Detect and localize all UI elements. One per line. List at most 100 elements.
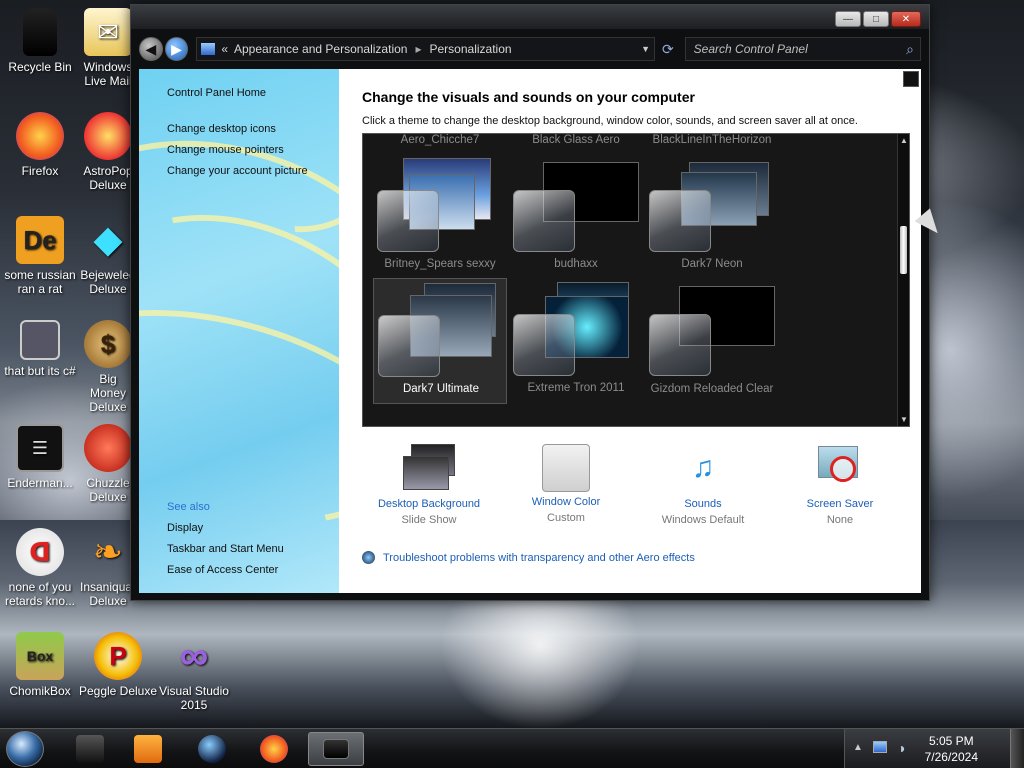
- display-link[interactable]: Display: [167, 522, 203, 534]
- start-button[interactable]: [6, 731, 44, 767]
- window-content: Control Panel Home Change desktop icons …: [139, 69, 921, 593]
- scroll-down-icon[interactable]: ▼: [900, 415, 908, 424]
- theme-glass-swatch: [649, 314, 711, 376]
- theme-name: Extreme Tron 2011: [527, 382, 625, 394]
- theme-glass-swatch: [377, 190, 439, 252]
- desktop-icon-label: Firefox: [21, 164, 59, 178]
- console-icon: ☰: [16, 424, 64, 472]
- desktop-icon-label: Peggle Deluxe: [78, 684, 158, 698]
- ease-of-access-link[interactable]: Ease of Access Center: [167, 564, 278, 576]
- control-panel-window-icon: [323, 739, 349, 759]
- desktop-icon-label: some russian ran a rat: [4, 268, 76, 296]
- theme-gallery: Aero_Chicche7 Black Glass Aero BlackLine…: [362, 133, 910, 427]
- show-desktop-button[interactable]: [1010, 729, 1024, 768]
- desktop-icon-visual-studio[interactable]: ∞ Visual Studio 2015: [154, 632, 234, 712]
- minimize-button[interactable]: —: [835, 11, 861, 27]
- theme-glass-swatch: [649, 190, 711, 252]
- mail-icon: ✉: [84, 8, 132, 56]
- theme-extreme-tron[interactable]: Extreme Tron 2011: [509, 278, 643, 402]
- taskbar-start-menu-link[interactable]: Taskbar and Start Menu: [167, 543, 284, 555]
- scrollbar-thumb[interactable]: [900, 226, 907, 274]
- taskbar-app-box[interactable]: [62, 732, 118, 766]
- window-color-link[interactable]: Window Color: [499, 496, 633, 508]
- change-desktop-icons-link[interactable]: Change desktop icons: [167, 123, 276, 135]
- desktop-icon-recycle-bin[interactable]: Recycle Bin: [0, 8, 80, 74]
- change-account-picture-link[interactable]: Change your account picture: [167, 165, 308, 177]
- desktop-icon-label: AstroPop Deluxe: [83, 164, 133, 192]
- desktop-background-setting[interactable]: Desktop Background Slide Show: [362, 444, 496, 526]
- screen-saver-setting[interactable]: Screen Saver None: [773, 444, 907, 526]
- sounds-value: Windows Default: [661, 514, 745, 526]
- clock[interactable]: 5:05 PM 7/26/2024: [925, 733, 978, 765]
- sounds-link[interactable]: Sounds: [636, 498, 770, 510]
- taskbar-globe[interactable]: [184, 732, 240, 766]
- search-input[interactable]: Search Control Panel ⌕: [684, 37, 922, 61]
- theme-glass-swatch: [513, 314, 575, 376]
- theme-dark7-neon[interactable]: Dark7 Neon: [645, 154, 779, 278]
- breadcrumb-personalization[interactable]: Personalization: [430, 42, 512, 56]
- theme-glass-swatch: [513, 190, 575, 252]
- maximize-button[interactable]: □: [863, 11, 889, 27]
- desktop-icon-chomikbox[interactable]: Box ChomikBox: [0, 632, 80, 698]
- theme-britney-spears[interactable]: Britney_Spears sexxy: [373, 154, 507, 278]
- desktop-icon-label: Visual Studio 2015: [159, 684, 229, 712]
- desktop-icon-big-money[interactable]: $ Big Money Deluxe: [80, 320, 136, 414]
- gallery-scrollbar[interactable]: ▲ ▼: [897, 134, 909, 426]
- theme-name: Dark7 Neon: [681, 258, 743, 270]
- theme-name-aero-chicche7[interactable]: Aero_Chicche7: [373, 134, 507, 146]
- theme-name-black-glass-aero[interactable]: Black Glass Aero: [509, 134, 643, 146]
- forward-button[interactable]: ▶: [164, 37, 189, 61]
- control-panel-home-link[interactable]: Control Panel Home: [167, 87, 266, 99]
- desktop-icon-enderman[interactable]: ☰ Enderman...: [0, 424, 80, 490]
- back-button[interactable]: ◀: [139, 37, 163, 61]
- theme-budhaxx[interactable]: budhaxx: [509, 154, 643, 278]
- desktop-icon-label: Bejeweled Deluxe: [80, 268, 136, 296]
- desktop-icon-csharp[interactable]: that but its c#: [0, 320, 80, 378]
- desktop-icon-chuzzle[interactable]: Chuzzle Deluxe: [80, 424, 136, 504]
- desktop-icon-windows-live-mail[interactable]: ✉ Windows Live Mail: [80, 8, 136, 88]
- theme-gizdom-reloaded[interactable]: Gizdom Reloaded Clear: [645, 278, 779, 408]
- desktop-icon-peggle[interactable]: P Peggle Deluxe: [78, 632, 158, 698]
- address-dropdown-icon[interactable]: ▼: [641, 44, 650, 54]
- desktop-icon-firefox[interactable]: Firefox: [0, 112, 80, 178]
- close-button[interactable]: ✕: [891, 11, 921, 27]
- change-mouse-pointers-link[interactable]: Change mouse pointers: [167, 144, 284, 156]
- breadcrumb-appearance[interactable]: Appearance and Personalization: [234, 42, 407, 56]
- windows-stack-icon: [20, 320, 60, 360]
- network-icon[interactable]: [873, 741, 887, 753]
- screen-saver-icon: [812, 444, 868, 494]
- search-icon[interactable]: ⌕: [906, 41, 914, 58]
- desktop-icon-insaniquarium[interactable]: ❧ Insaniquarium Deluxe: [80, 528, 155, 609]
- chuzzle-icon: [84, 424, 132, 472]
- chomikbox-icon: Box: [16, 632, 64, 680]
- address-bar[interactable]: « Appearance and Personalization ▸ Perso…: [196, 37, 656, 61]
- screen-saver-link[interactable]: Screen Saver: [773, 498, 907, 510]
- desktop-icon-label: Big Money Deluxe: [89, 372, 127, 414]
- desktop-icon-bejeweled[interactable]: ◆ Bejeweled Deluxe: [80, 216, 136, 296]
- scroll-up-icon[interactable]: ▲: [900, 136, 908, 145]
- taskbar-media-player[interactable]: [120, 732, 176, 766]
- taskbar-firefox[interactable]: [246, 732, 302, 766]
- window-titlebar[interactable]: [131, 5, 929, 29]
- volume-icon[interactable]: ◑: [897, 740, 905, 756]
- desktop-icon-russian-rat[interactable]: De some russian ran a rat: [0, 216, 80, 296]
- refresh-icon[interactable]: ⟳: [657, 41, 679, 58]
- theme-name-blacklineinthehorizon[interactable]: BlackLineInTheHorizon: [645, 134, 779, 146]
- theme-name: Gizdom Reloaded Clear: [650, 383, 774, 395]
- window-color-setting[interactable]: Window Color Custom: [499, 444, 633, 524]
- theme-dark7-ultimate[interactable]: Dark7 Ultimate: [373, 278, 507, 404]
- desktop-icon-astropop[interactable]: AstroPop Deluxe: [80, 112, 136, 192]
- page-title: Change the visuals and sounds on your co…: [362, 89, 695, 105]
- help-icon[interactable]: [903, 71, 919, 87]
- troubleshoot-icon: [362, 551, 375, 564]
- breadcrumb-separator[interactable]: ▸: [415, 42, 421, 56]
- troubleshoot-link[interactable]: Troubleshoot problems with transparency …: [362, 551, 695, 564]
- navigation-bar: ◀ ▶ « Appearance and Personalization ▸ P…: [139, 33, 922, 65]
- fish-icon: ❧: [92, 531, 124, 572]
- tray-overflow-icon[interactable]: ▲: [853, 742, 863, 753]
- breadcrumb-overflow[interactable]: «: [221, 42, 228, 56]
- sounds-setting[interactable]: ♫ Sounds Windows Default: [636, 444, 770, 526]
- taskbar-control-panel[interactable]: [308, 732, 364, 766]
- desktop-icon-none-of-you[interactable]: ᗡ none of you retards kno...: [0, 528, 80, 608]
- desktop-background-link[interactable]: Desktop Background: [362, 498, 496, 510]
